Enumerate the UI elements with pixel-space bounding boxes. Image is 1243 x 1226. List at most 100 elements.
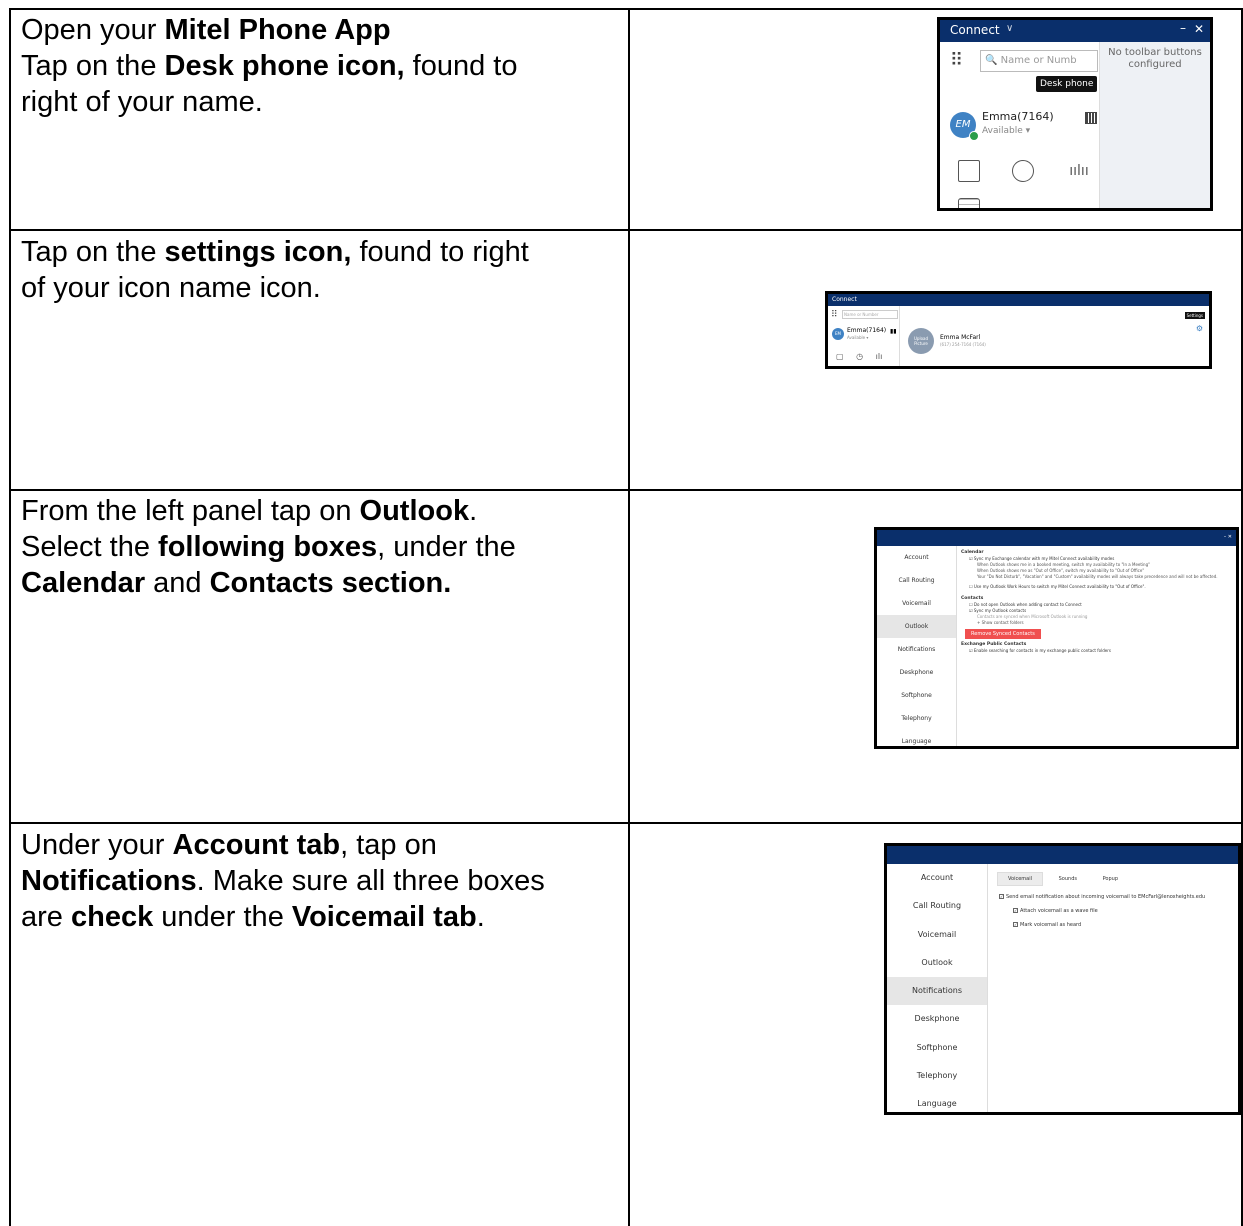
nav-item-outlook[interactable]: Outlook <box>887 949 987 977</box>
nav-item-account[interactable]: Account <box>877 546 956 569</box>
contacts-icon[interactable] <box>958 160 980 182</box>
text-run: . <box>469 495 478 527</box>
bold-text: Desk phone icon, <box>164 50 405 82</box>
email-notification-checkbox[interactable]: ✓ Send email notification about incoming … <box>999 894 1205 900</box>
nav-item-outlook[interactable]: Outlook <box>877 615 956 638</box>
bold-text: following boxes <box>158 531 378 563</box>
nav-item-account[interactable]: Account <box>887 864 987 892</box>
show-contact-folders-link[interactable]: + Show contact folders <box>961 620 1236 626</box>
text-run: and <box>145 567 210 599</box>
nav-item-telephony[interactable]: Telephony <box>887 1062 987 1090</box>
mark-heard-label: Mark voicemail as heard <box>1020 922 1082 928</box>
step-1-text: Open your Mitel Phone App Tap on the Desk… <box>21 12 611 120</box>
step-line: are check under the Voicemail tab. <box>21 899 611 935</box>
user-name: Emma(7164) <box>847 327 887 334</box>
text-run: Tap on the <box>21 50 165 82</box>
availability-dropdown[interactable]: Available ▾ <box>982 126 1030 136</box>
window-title: Connect <box>950 23 1000 37</box>
avatar[interactable]: EM <box>950 112 979 141</box>
nav-item-voicemail[interactable]: Voicemail <box>877 592 956 615</box>
sync-contacts-label: Sync my Outlook contacts <box>973 608 1027 613</box>
tab-popup[interactable]: Popup <box>1093 873 1128 885</box>
close-icon[interactable]: ✕ <box>1194 22 1204 36</box>
nav-item-softphone[interactable]: Softphone <box>877 684 956 707</box>
table-border-left <box>9 8 11 1226</box>
text-run: Tap on the <box>21 236 165 268</box>
work-hours-checkbox[interactable]: ☐ Use my Outlook Work Hours to switch my… <box>961 584 1236 590</box>
attach-wave-label: Attach voicemail as a wave file <box>1020 908 1098 914</box>
main-panel: ⠿ Name or Number EM Emma(7164) Available… <box>828 306 900 366</box>
chevron-down-icon[interactable]: ∨ <box>1006 23 1013 34</box>
nav-item-notifications[interactable]: Notifications <box>877 638 956 661</box>
step-line: of your icon name icon. <box>21 270 611 306</box>
minimize-icon[interactable]: – <box>1180 21 1186 35</box>
avatar[interactable]: EM <box>832 328 844 340</box>
window-title: Connect <box>832 296 857 303</box>
availability-dropdown[interactable]: Available ▾ <box>847 335 868 340</box>
bold-text: Outlook <box>359 495 470 527</box>
bold-text: Mitel Phone App <box>164 14 391 46</box>
dialpad-icon[interactable]: ⠿ <box>831 310 838 320</box>
mark-heard-checkbox[interactable]: ✓ Mark voicemail as heard <box>1013 922 1081 928</box>
nav-item-call-routing[interactable]: Call Routing <box>887 892 987 920</box>
step-line: Select the following boxes, under the <box>21 529 611 565</box>
bold-text: Calendar <box>21 567 146 599</box>
exchange-checkbox[interactable]: ☑ Enable searching for contacts in my ex… <box>961 648 1236 654</box>
text-run: right of your name. <box>21 86 263 118</box>
gear-icon[interactable]: ⚙ <box>1196 324 1203 333</box>
step-line: right of your name. <box>21 84 611 120</box>
profile-name: Emma McFarl <box>940 334 981 341</box>
tab-sounds[interactable]: Sounds <box>1049 873 1087 885</box>
remove-synced-contacts-button[interactable]: Remove Synced Contacts <box>965 629 1041 639</box>
nav-item-notifications[interactable]: Notifications <box>887 977 987 1006</box>
table-row-divider <box>9 229 1243 231</box>
step-line: Tap on the Desk phone icon, found to <box>21 48 611 84</box>
title-bar <box>887 846 1238 864</box>
dialpad-icon[interactable]: ⠿ <box>950 50 963 71</box>
nav-item-telephony[interactable]: Telephony <box>877 707 956 730</box>
step-line: Open your Mitel Phone App <box>21 12 611 48</box>
do-not-open-label: Do not open Outlook when adding contact … <box>973 602 1082 607</box>
settings-nav: Account Call Routing Voicemail Outlook N… <box>887 864 988 1112</box>
nav-item-deskphone[interactable]: Deskphone <box>887 1005 987 1033</box>
profile-picture[interactable]: Upload Picture <box>908 328 934 354</box>
text-run: Open your <box>21 14 165 46</box>
step-3-text: From the left panel tap on Outlook. Selec… <box>21 493 611 601</box>
nav-item-language[interactable]: Language <box>887 1090 987 1112</box>
user-name: Emma(7164) <box>982 110 1054 123</box>
title-bar: Connect ∨ – ✕ <box>940 20 1210 42</box>
text-run: From the left panel tap on <box>21 495 360 527</box>
table-column-divider <box>628 8 630 1226</box>
nav-item-softphone[interactable]: Softphone <box>887 1034 987 1062</box>
nav-item-voicemail[interactable]: Voicemail <box>887 921 987 949</box>
calendar-note-3: Your "Do Not Disturb", "Vacation" and "C… <box>977 574 1218 579</box>
nav-item-call-routing[interactable]: Call Routing <box>877 569 956 592</box>
step-line: Under your Account tab, tap on <box>21 827 611 863</box>
screenshot-notifications: Account Call Routing Voicemail Outlook N… <box>884 843 1241 1115</box>
text-run: found to right <box>351 236 529 268</box>
outlook-settings-content: Calendar ☑ Sync my Exchange calendar wit… <box>961 550 1236 654</box>
search-input[interactable]: Name or Number <box>842 310 898 319</box>
step-line: Tap on the settings icon, found to right <box>21 234 611 270</box>
nav-item-language[interactable]: Language <box>877 730 956 746</box>
notification-tabs: Voicemail Sounds Popup <box>997 872 1132 886</box>
title-bar: Connect <box>828 294 1209 306</box>
tab-voicemail[interactable]: Voicemail <box>997 872 1044 886</box>
table-row-divider <box>9 489 1243 491</box>
table-row-divider <box>9 822 1243 824</box>
voicemail-icon[interactable]: ıılıı <box>1068 160 1090 182</box>
calendar-icon[interactable] <box>958 198 980 208</box>
step-4-text: Under your Account tab, tap on Notificati… <box>21 827 611 935</box>
text-run: , under the <box>377 531 516 563</box>
desk-phone-icon[interactable]: ▮▮ <box>890 328 897 335</box>
screenshot-desk-phone: Connect ∨ – ✕ ⠿ 🔍 Name or Numb Desk phon… <box>937 17 1213 211</box>
history-icon[interactable] <box>1012 160 1034 182</box>
search-input[interactable]: 🔍 Name or Numb <box>980 50 1098 72</box>
attach-wave-checkbox[interactable]: ✓ Attach voicemail as a wave file <box>1013 908 1098 914</box>
toolbar-panel: No toolbar buttons configured <box>1100 42 1210 208</box>
nav-item-deskphone[interactable]: Deskphone <box>877 661 956 684</box>
close-icon[interactable]: – ✕ <box>1224 534 1232 540</box>
desk-phone-icon[interactable] <box>1085 112 1097 124</box>
bold-text: Notifications <box>21 865 197 897</box>
avatar-initials: EM <box>955 119 971 130</box>
